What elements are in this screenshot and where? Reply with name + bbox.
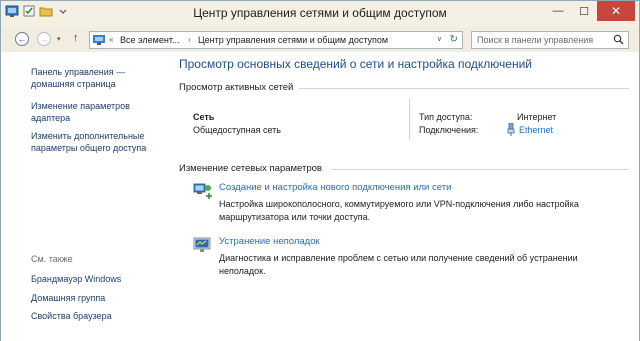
connections-label: Подключения: (419, 125, 479, 135)
section-divider (331, 169, 629, 170)
back-button[interactable]: ← (15, 32, 29, 46)
troubleshoot-icon (193, 237, 211, 252)
new-connection-link[interactable]: Создание и настройка нового подключения … (219, 182, 451, 193)
task-troubleshoot: Устранение неполадок Диагностика и испра… (193, 236, 613, 278)
search-icon[interactable] (613, 34, 624, 45)
sidebar: Панель управления — домашняя страница Из… (1, 52, 166, 341)
active-networks-heading: Просмотр активных сетей (179, 82, 294, 93)
up-button[interactable]: ↑ (73, 32, 79, 44)
address-dropdown-icon[interactable]: ∨ (437, 35, 442, 43)
arrow-up-icon: ↑ (73, 32, 79, 44)
forward-button[interactable]: → (37, 32, 51, 46)
control-panel-window: Центр управления сетями и общим доступом… (0, 0, 640, 341)
search-input[interactable]: Поиск в панели управления (471, 31, 629, 49)
page-title: Просмотр основных сведений о сети и наст… (179, 57, 532, 71)
breadcrumb-all-items[interactable]: Все элемент... (120, 35, 179, 45)
arrow-right-icon: → (39, 34, 49, 44)
sidebar-link-sharing[interactable]: Изменить дополнительные параметры общего… (31, 130, 163, 154)
sidebar-link-home[interactable]: Панель управления — домашняя страница (31, 66, 163, 90)
refresh-icon[interactable]: ↻ (450, 34, 458, 45)
maximize-button[interactable]: ☐ (571, 1, 597, 21)
sidebar-link-firewall[interactable]: Брандмауэр Windows (31, 273, 163, 285)
sidebar-link-browser-settings[interactable]: Свойства браузера (31, 310, 163, 322)
window-title: Центр управления сетями и общим доступом (193, 6, 447, 20)
chevron-right-icon[interactable]: › (188, 35, 191, 44)
chevron-right-icon[interactable]: « (109, 35, 113, 44)
control-panel-icon (93, 35, 105, 45)
network-name: Сеть (193, 112, 215, 122)
main-panel: Просмотр основных сведений о сети и наст… (179, 52, 629, 341)
troubleshoot-description: Диагностика и исправление проблем с сеть… (219, 253, 578, 276)
minimize-button[interactable]: — (545, 1, 571, 21)
search-placeholder: Поиск в панели управления (477, 35, 594, 45)
breadcrumb-network-center[interactable]: Центр управления сетями и общим доступом (198, 35, 388, 45)
access-type-value: Интернет (517, 112, 557, 122)
ethernet-icon (507, 123, 515, 136)
close-button[interactable]: ✕ (597, 1, 635, 21)
title-bar: Центр управления сетями и общим доступом… (1, 1, 639, 27)
arrow-left-icon: ← (17, 34, 27, 44)
new-connection-description: Настройка широкополосного, коммутируемог… (219, 199, 579, 222)
ethernet-link[interactable]: Ethernet (519, 125, 553, 135)
content-area: Панель управления — домашняя страница Из… (1, 52, 639, 341)
access-type-label: Тип доступа: (419, 112, 473, 122)
network-type-link[interactable]: Общедоступная сеть (193, 125, 281, 135)
sidebar-link-adapter[interactable]: Изменение параметров адаптера (31, 100, 163, 124)
sidebar-link-homegroup[interactable]: Домашняя группа (31, 292, 163, 304)
address-bar[interactable]: « Все элемент... › Центр управления сетя… (89, 31, 463, 49)
address-row: ← → ▾ ↑ « Все элемент... › Центр управле… (1, 27, 639, 52)
change-settings-heading: Изменение сетевых параметров (179, 163, 322, 174)
task-new-connection: Создание и настройка нового подключения … (193, 182, 613, 224)
troubleshoot-link[interactable]: Устранение неполадок (219, 236, 320, 247)
section-divider (299, 88, 629, 89)
see-also-label: См. также (31, 254, 73, 264)
window-controls: — ☐ ✕ (545, 1, 635, 21)
recent-locations-dropdown[interactable]: ▾ (57, 35, 61, 43)
network-setup-icon (193, 183, 212, 199)
vertical-divider (409, 98, 410, 140)
